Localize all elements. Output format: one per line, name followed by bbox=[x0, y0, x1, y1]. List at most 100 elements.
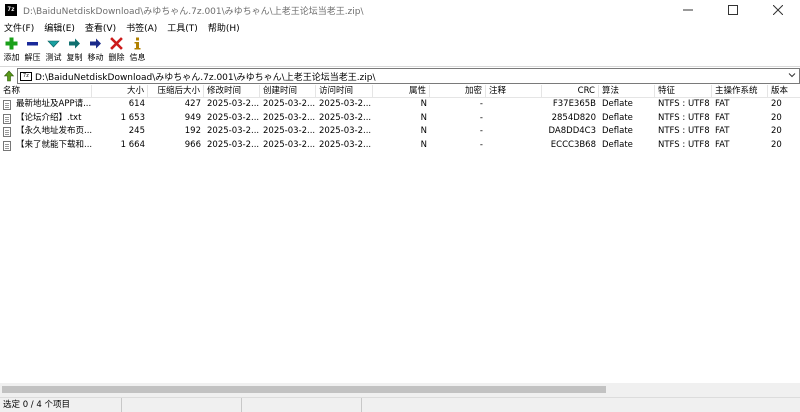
cell-name: 最新地址及APP请... bbox=[16, 99, 92, 109]
cell-attributes: N bbox=[420, 112, 427, 123]
info-button[interactable]: 信息 bbox=[127, 35, 148, 63]
delete-button[interactable]: 删除 bbox=[106, 35, 127, 63]
cell-size: 614 bbox=[128, 99, 145, 109]
extract-button[interactable]: 解压 bbox=[22, 35, 43, 63]
cell-accessed: 2025-03-2... bbox=[319, 139, 372, 150]
column-header-name[interactable]: 名称 bbox=[0, 85, 92, 98]
window-title: D:\BaiduNetdiskDownload\みゆちゃん.7z.001\みゆち… bbox=[23, 6, 364, 17]
column-header-characteristics[interactable]: 特征 bbox=[655, 85, 712, 98]
folder-up-icon[interactable] bbox=[2, 69, 16, 83]
cell-attributes: N bbox=[420, 126, 427, 136]
menu-edit[interactable]: 编辑(E) bbox=[44, 21, 75, 34]
close-icon bbox=[772, 5, 783, 15]
column-header-comment[interactable]: 注释 bbox=[486, 85, 542, 98]
cell-host-os: FAT bbox=[715, 99, 730, 109]
scrollbar-thumb[interactable] bbox=[2, 386, 606, 393]
cell-created: 2025-03-2... bbox=[263, 112, 316, 123]
cell-characteristics: NTFS : UTF8 bbox=[658, 139, 710, 150]
menu-bookmarks[interactable]: 书签(A) bbox=[126, 21, 157, 34]
selection-status: 选定 0 / 4 个项目 bbox=[0, 398, 122, 412]
status-segment bbox=[242, 398, 362, 412]
table-row[interactable]: 【论坛介绍】.txt 1 653 949 2025-03-2... 2025-0… bbox=[0, 112, 800, 126]
path-text: D:\BaiduNetdiskDownload\みゆちゃん.7z.001\みゆち… bbox=[35, 72, 376, 83]
maximize-button[interactable] bbox=[710, 0, 755, 20]
file-icon bbox=[3, 100, 11, 110]
cell-modified: 2025-03-2... bbox=[207, 99, 260, 109]
cell-method: Deflate bbox=[602, 99, 633, 109]
info-icon bbox=[131, 37, 145, 50]
minimize-icon bbox=[682, 9, 693, 11]
maximize-icon bbox=[727, 5, 738, 15]
arrow-right-icon bbox=[68, 37, 82, 50]
column-header-crc[interactable]: CRC bbox=[542, 85, 599, 98]
cell-method: Deflate bbox=[602, 112, 633, 123]
cell-host-os: FAT bbox=[715, 112, 730, 123]
table-row[interactable]: 【永久地址发布页... 245 192 2025-03-2... 2025-03… bbox=[0, 125, 800, 139]
cell-name: 【永久地址发布页... bbox=[16, 126, 92, 136]
cell-encrypted: - bbox=[479, 139, 483, 150]
cell-attributes: N bbox=[420, 139, 427, 150]
status-bar: 选定 0 / 4 个项目 bbox=[0, 397, 800, 412]
cell-host-os: FAT bbox=[715, 126, 730, 136]
cell-name: 【论坛介绍】.txt bbox=[16, 112, 82, 123]
table-row[interactable]: 【来了就能下载和... 1 664 966 2025-03-2... 2025-… bbox=[0, 139, 800, 153]
column-header-encrypted[interactable]: 加密 bbox=[430, 85, 486, 98]
column-header-version[interactable]: 版本 bbox=[768, 85, 800, 98]
cell-encrypted: - bbox=[479, 99, 483, 109]
cell-version: 20 bbox=[771, 112, 782, 123]
column-header-packed-size[interactable]: 压缩后大小 bbox=[148, 85, 204, 98]
move-button[interactable]: 移动 bbox=[85, 35, 106, 63]
cell-crc: DA8DD4C3 bbox=[548, 126, 596, 136]
cell-encrypted: - bbox=[479, 126, 483, 136]
cell-accessed: 2025-03-2... bbox=[319, 126, 372, 136]
cell-comment bbox=[486, 112, 542, 126]
cell-method: Deflate bbox=[602, 126, 633, 136]
info-label: 信息 bbox=[129, 53, 146, 62]
cell-size: 1 653 bbox=[120, 112, 145, 123]
cell-characteristics: NTFS : UTF8 bbox=[658, 126, 710, 136]
address-bar: 7z D:\BaiduNetdiskDownload\みゆちゃん.7z.001\… bbox=[0, 66, 800, 84]
column-header-modified[interactable]: 修改时间 bbox=[204, 85, 260, 98]
cell-created: 2025-03-2... bbox=[263, 99, 316, 109]
menu-view[interactable]: 查看(V) bbox=[85, 21, 116, 34]
test-button[interactable]: 测试 bbox=[43, 35, 64, 63]
toolbar: 添加 解压 测试 复制 移动 删除 信息 bbox=[0, 35, 800, 65]
column-header-created[interactable]: 创建时间 bbox=[260, 85, 316, 98]
column-header-size[interactable]: 大小 bbox=[92, 85, 148, 98]
add-button[interactable]: 添加 bbox=[1, 35, 22, 63]
list-header: 名称 大小 压缩后大小 修改时间 创建时间 访问时间 属性 加密 注释 CRC … bbox=[0, 85, 800, 98]
cell-created: 2025-03-2... bbox=[263, 126, 316, 136]
chevron-down-icon[interactable] bbox=[788, 71, 796, 81]
horizontal-scrollbar[interactable] bbox=[0, 383, 800, 397]
app-icon: 7z bbox=[5, 4, 17, 16]
cell-crc: 2854D820 bbox=[551, 112, 596, 123]
cell-modified: 2025-03-2... bbox=[207, 126, 260, 136]
minimize-button[interactable] bbox=[665, 0, 710, 20]
column-header-accessed[interactable]: 访问时间 bbox=[316, 85, 373, 98]
menu-bar: 文件(F) 编辑(E) 查看(V) 书签(A) 工具(T) 帮助(H) bbox=[0, 20, 800, 35]
path-input[interactable]: 7z D:\BaiduNetdiskDownload\みゆちゃん.7z.001\… bbox=[17, 68, 800, 84]
add-label: 添加 bbox=[3, 53, 20, 62]
cell-method: Deflate bbox=[602, 139, 633, 150]
cell-crc: ECCC3B68 bbox=[550, 139, 596, 150]
cell-attributes: N bbox=[420, 99, 427, 109]
cell-accessed: 2025-03-2... bbox=[319, 99, 372, 109]
cell-crc: F37E365B bbox=[552, 99, 596, 109]
menu-help[interactable]: 帮助(H) bbox=[208, 21, 240, 34]
cell-comment bbox=[486, 125, 542, 139]
close-button[interactable] bbox=[755, 0, 800, 20]
column-header-method[interactable]: 算法 bbox=[599, 85, 655, 98]
move-label: 移动 bbox=[87, 53, 104, 62]
copy-button[interactable]: 复制 bbox=[64, 35, 85, 63]
column-header-attributes[interactable]: 属性 bbox=[373, 85, 430, 98]
menu-file[interactable]: 文件(F) bbox=[4, 21, 34, 34]
copy-label: 复制 bbox=[66, 53, 83, 62]
cell-size: 245 bbox=[128, 126, 145, 136]
archive-icon: 7z bbox=[20, 71, 32, 81]
cell-comment bbox=[486, 98, 542, 112]
column-header-host-os[interactable]: 主操作系统 bbox=[712, 85, 768, 98]
cell-name: 【来了就能下载和... bbox=[16, 139, 92, 150]
title-bar: 7z D:\BaiduNetdiskDownload\みゆちゃん.7z.001\… bbox=[0, 0, 800, 20]
menu-tools[interactable]: 工具(T) bbox=[167, 21, 198, 34]
table-row[interactable]: 最新地址及APP请... 614 427 2025-03-2... 2025-0… bbox=[0, 98, 800, 112]
